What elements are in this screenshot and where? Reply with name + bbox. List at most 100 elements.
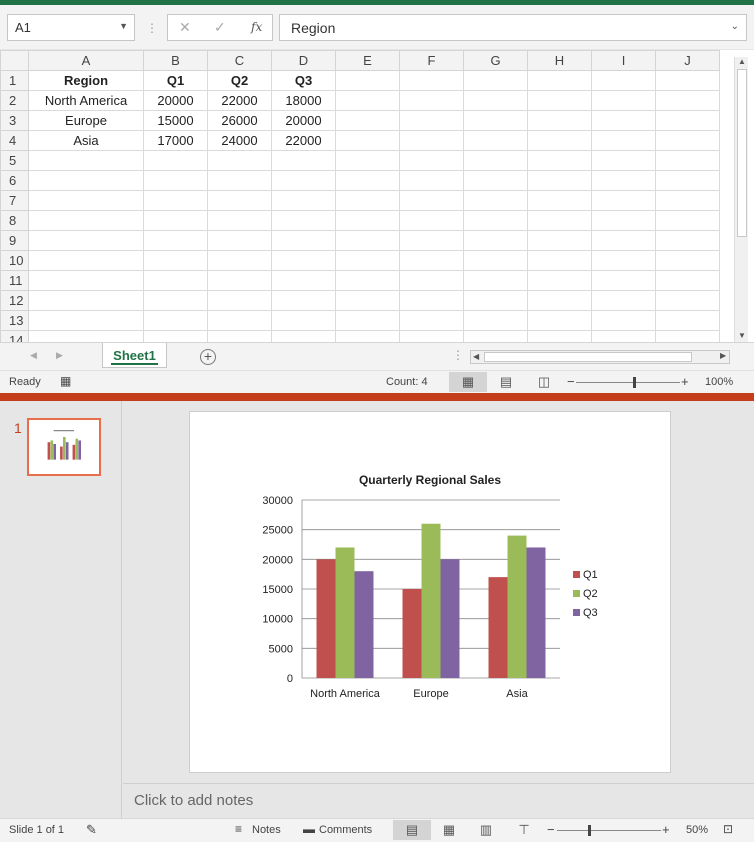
cell[interactable]	[271, 250, 336, 271]
cell[interactable]	[335, 230, 400, 251]
cell[interactable]	[463, 210, 528, 231]
cell[interactable]	[655, 210, 720, 231]
cell[interactable]: Q1	[143, 70, 208, 91]
cell[interactable]	[207, 190, 272, 211]
scroll-left-icon[interactable]: ◀	[473, 352, 479, 361]
zoom-level[interactable]: 100%	[705, 376, 733, 388]
row-header[interactable]: 6	[0, 170, 29, 191]
cell[interactable]	[143, 290, 208, 311]
cell[interactable]	[591, 330, 656, 342]
cell[interactable]	[463, 250, 528, 271]
cell[interactable]: 20000	[143, 90, 208, 111]
fit-slide-icon[interactable]: ⊡	[723, 822, 733, 836]
zoom-slider-knob[interactable]	[588, 825, 592, 836]
column-header[interactable]: E	[335, 50, 400, 71]
zoom-slider-knob[interactable]	[633, 377, 637, 388]
cell[interactable]	[463, 130, 528, 151]
formula-input[interactable]: Region ⌄	[279, 14, 747, 41]
cell[interactable]	[207, 290, 272, 311]
macro-record-icon[interactable]: ▦	[60, 374, 71, 388]
cell[interactable]	[28, 230, 144, 251]
cell[interactable]	[527, 90, 592, 111]
cell[interactable]	[143, 310, 208, 331]
cell[interactable]	[399, 110, 464, 131]
cell[interactable]: 22000	[271, 130, 336, 151]
cell[interactable]	[591, 70, 656, 91]
cell[interactable]	[399, 90, 464, 111]
cell[interactable]	[655, 290, 720, 311]
vertical-scrollbar[interactable]: ▲ ▼	[734, 57, 748, 343]
cell[interactable]	[527, 150, 592, 171]
cell[interactable]	[655, 150, 720, 171]
cell[interactable]	[655, 170, 720, 191]
cell[interactable]: Asia	[28, 130, 144, 151]
normal-view-icon[interactable]: ▤	[393, 820, 431, 840]
cell[interactable]	[591, 290, 656, 311]
cell[interactable]	[527, 330, 592, 342]
cell[interactable]: 26000	[207, 110, 272, 131]
cell[interactable]	[527, 210, 592, 231]
select-all-corner[interactable]	[0, 50, 29, 71]
cell[interactable]	[527, 170, 592, 191]
cell[interactable]	[463, 70, 528, 91]
cell[interactable]	[28, 190, 144, 211]
column-header[interactable]: B	[143, 50, 208, 71]
cell[interactable]	[335, 170, 400, 191]
cell[interactable]	[527, 130, 592, 151]
cell[interactable]	[399, 210, 464, 231]
cell[interactable]	[143, 170, 208, 191]
cell[interactable]	[591, 90, 656, 111]
page-break-preview-icon[interactable]: ◫	[525, 372, 563, 392]
cell[interactable]: 18000	[271, 90, 336, 111]
spell-check-icon[interactable]: ✎	[86, 822, 97, 838]
horizontal-scroll-thumb[interactable]	[484, 352, 692, 362]
cell[interactable]	[655, 70, 720, 91]
cell[interactable]	[271, 330, 336, 342]
cell[interactable]	[655, 250, 720, 271]
split-handle-icon[interactable]: ⋮	[452, 348, 464, 362]
cell[interactable]	[591, 170, 656, 191]
cell[interactable]	[399, 290, 464, 311]
row-header[interactable]: 9	[0, 230, 29, 251]
cell[interactable]	[335, 210, 400, 231]
cell[interactable]	[591, 210, 656, 231]
cell[interactable]	[527, 290, 592, 311]
column-header[interactable]: I	[591, 50, 656, 71]
cell[interactable]	[207, 230, 272, 251]
row-header[interactable]: 11	[0, 270, 29, 291]
cell[interactable]	[335, 70, 400, 91]
cell[interactable]	[28, 270, 144, 291]
cell[interactable]	[335, 90, 400, 111]
cell[interactable]: 22000	[207, 90, 272, 111]
cell[interactable]	[399, 190, 464, 211]
cell[interactable]	[143, 250, 208, 271]
cell[interactable]	[655, 110, 720, 131]
cell[interactable]	[207, 270, 272, 291]
cell[interactable]	[28, 250, 144, 271]
normal-view-icon[interactable]: ▦	[449, 372, 487, 392]
cell[interactable]	[655, 270, 720, 291]
column-header[interactable]: J	[655, 50, 720, 71]
cell[interactable]	[271, 210, 336, 231]
enter-icon[interactable]: ✓	[214, 19, 226, 36]
zoom-in-icon[interactable]: +	[662, 822, 670, 837]
cell[interactable]	[335, 110, 400, 131]
cell[interactable]	[207, 250, 272, 271]
cell[interactable]	[463, 150, 528, 171]
cell[interactable]	[207, 210, 272, 231]
cell[interactable]	[655, 330, 720, 342]
scroll-up-icon[interactable]: ▲	[738, 57, 746, 66]
cell[interactable]	[463, 190, 528, 211]
row-header[interactable]: 2	[0, 90, 29, 111]
comments-icon[interactable]: ▬	[303, 822, 315, 836]
cell[interactable]: North America	[28, 90, 144, 111]
reading-view-icon[interactable]: ▥	[467, 820, 505, 840]
cell[interactable]	[271, 190, 336, 211]
column-header[interactable]: A	[28, 50, 144, 71]
cell[interactable]	[463, 270, 528, 291]
row-header[interactable]: 14	[0, 330, 29, 342]
cell[interactable]	[591, 130, 656, 151]
notes-pane[interactable]: Click to add notes	[123, 783, 754, 819]
zoom-in-icon[interactable]: +	[681, 374, 689, 389]
cell[interactable]	[143, 190, 208, 211]
